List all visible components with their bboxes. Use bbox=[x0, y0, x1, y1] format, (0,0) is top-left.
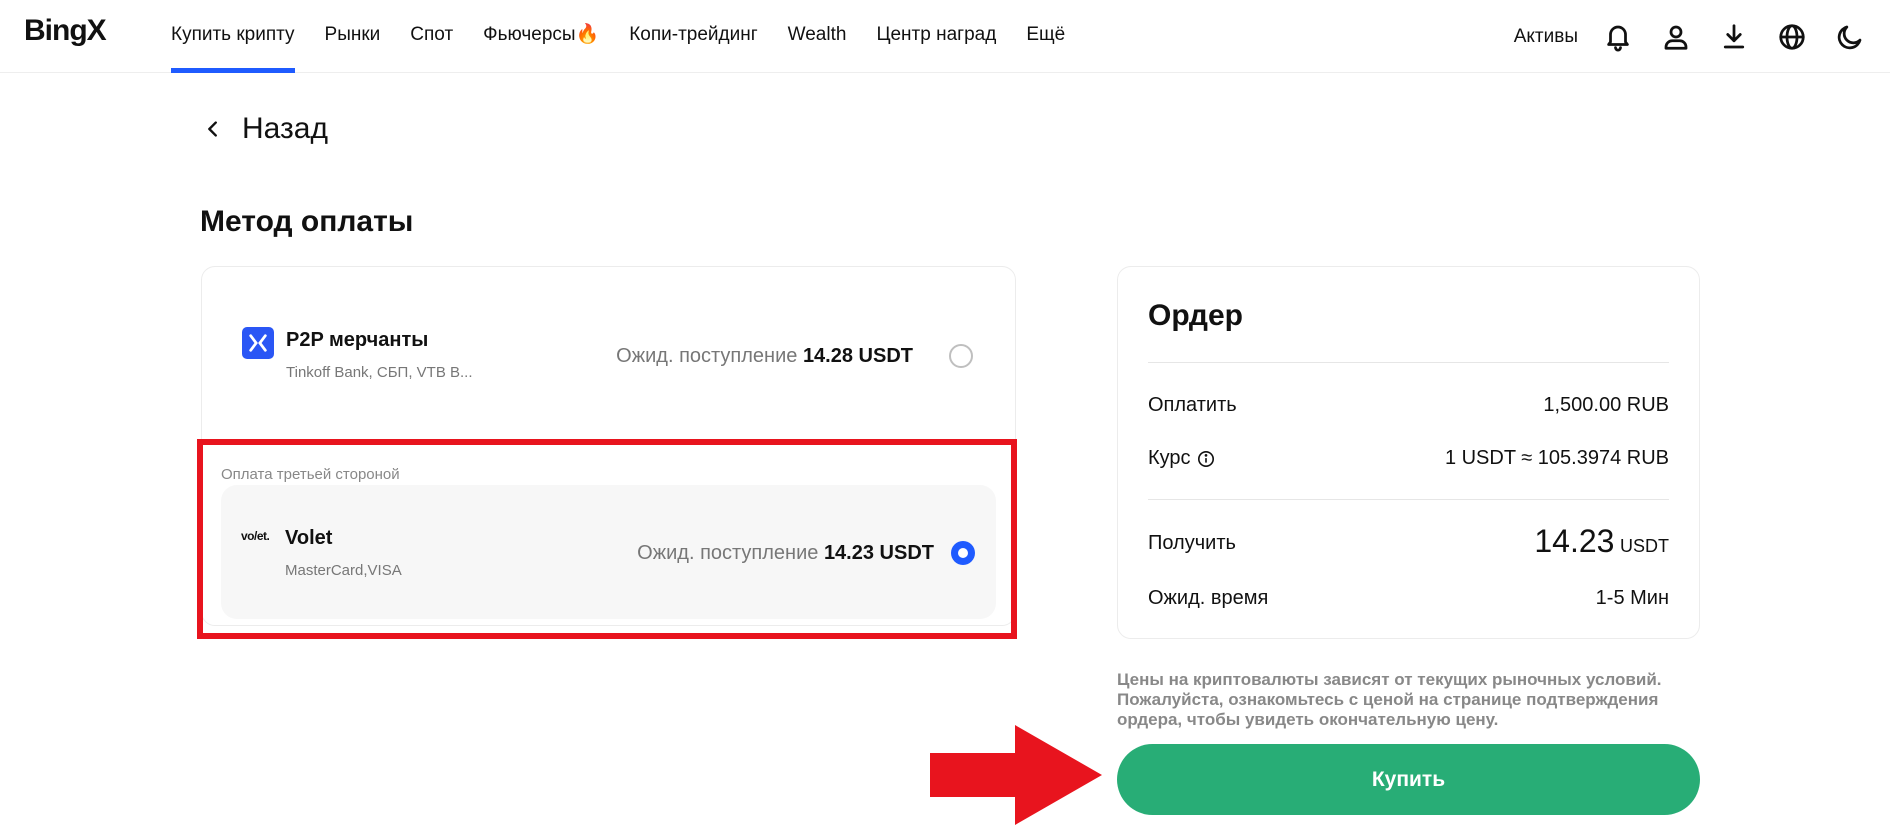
price-disclaimer: Цены на криптовалюты зависят от текущих … bbox=[1117, 670, 1662, 729]
expected-amount: 14.28 USDT bbox=[802, 345, 913, 367]
expected-label: Ожид. поступление bbox=[616, 345, 798, 367]
back-link[interactable]: Назад bbox=[202, 112, 328, 146]
divider bbox=[1148, 362, 1669, 363]
receive-value: 14.23 USDT bbox=[1534, 523, 1669, 560]
nav-item-futures[interactable]: Фьючерсы🔥 bbox=[483, 0, 599, 73]
receive-amount: 14.23 bbox=[1534, 523, 1615, 559]
volet-logo: vo/et. bbox=[241, 529, 270, 543]
time-label: Ожид. время bbox=[1148, 587, 1269, 609]
method-sub: MasterCard,VISA bbox=[285, 562, 402, 579]
moon-icon[interactable] bbox=[1832, 19, 1868, 55]
rate-value: 1 USDT ≈ 105.3974 RUB bbox=[1444, 447, 1669, 469]
receive-label: Получить bbox=[1148, 532, 1236, 554]
pay-label: Оплатить bbox=[1148, 394, 1237, 416]
expected-label: Ожид. поступление bbox=[637, 542, 819, 564]
pay-value: 1,500.00 RUB bbox=[1543, 394, 1669, 416]
nav-assets-link[interactable]: Активы bbox=[1514, 26, 1578, 48]
back-label: Назад bbox=[242, 112, 328, 145]
method-name: P2P мерчанты bbox=[286, 329, 429, 351]
p2p-logo-icon bbox=[242, 327, 274, 359]
radio-p2p[interactable] bbox=[949, 344, 973, 368]
rate-label-row: Курс bbox=[1148, 447, 1215, 470]
nav-item-copy-trading[interactable]: Копи-трейдинг bbox=[629, 0, 757, 73]
bingx-logo[interactable]: BingX bbox=[24, 14, 107, 48]
radio-volet[interactable] bbox=[951, 541, 975, 565]
info-icon[interactable] bbox=[1197, 450, 1215, 468]
rate-label: Курс bbox=[1148, 447, 1191, 469]
nav-right-group: Активы bbox=[1514, 0, 1890, 73]
nav-item-buy-crypto[interactable]: Купить крипту bbox=[171, 0, 295, 73]
globe-icon[interactable] bbox=[1774, 19, 1810, 55]
payment-method-volet[interactable]: vo/et. Volet MasterCard,VISA Ожид. посту… bbox=[221, 485, 996, 619]
nav-item-more[interactable]: Ещё bbox=[1026, 0, 1065, 73]
nav-item-rewards[interactable]: Центр наград bbox=[876, 0, 996, 73]
user-icon[interactable] bbox=[1658, 19, 1694, 55]
time-value: 1-5 Мин bbox=[1595, 587, 1669, 609]
bell-icon[interactable] bbox=[1600, 19, 1636, 55]
chevron-left-icon bbox=[208, 121, 217, 137]
third-party-label: Оплата третьей стороной bbox=[221, 466, 400, 483]
red-arrow-icon bbox=[930, 725, 1102, 825]
nav-item-spot[interactable]: Спот bbox=[410, 0, 453, 73]
order-card: Ордер Оплатить 1,500.00 RUB Курс 1 USDT … bbox=[1117, 266, 1700, 639]
method-sub: Tinkoff Bank, СБП, VTB B... bbox=[286, 364, 473, 381]
payment-method-p2p[interactable]: P2P мерчанты Tinkoff Bank, СБП, VTB B...… bbox=[202, 267, 1015, 437]
method-name: Volet bbox=[285, 527, 333, 549]
download-icon[interactable] bbox=[1716, 19, 1752, 55]
divider bbox=[1148, 499, 1669, 500]
top-navigation: BingX Купить крипту Рынки Спот Фьючерсы🔥… bbox=[0, 0, 1890, 73]
method-expected: Ожид. поступление 14.28 USDT bbox=[616, 345, 913, 368]
nav-item-markets[interactable]: Рынки bbox=[325, 0, 381, 73]
buy-button[interactable]: Купить bbox=[1117, 744, 1700, 815]
expected-amount: 14.23 USDT bbox=[823, 542, 934, 564]
nav-menu: Купить крипту Рынки Спот Фьючерсы🔥 Копи-… bbox=[171, 0, 1095, 73]
nav-item-wealth[interactable]: Wealth bbox=[788, 0, 847, 73]
payment-method-title: Метод оплаты bbox=[200, 205, 414, 238]
receive-unit: USDT bbox=[1620, 536, 1669, 556]
order-title: Ордер bbox=[1148, 299, 1243, 332]
method-expected: Ожид. поступление 14.23 USDT bbox=[637, 542, 934, 565]
